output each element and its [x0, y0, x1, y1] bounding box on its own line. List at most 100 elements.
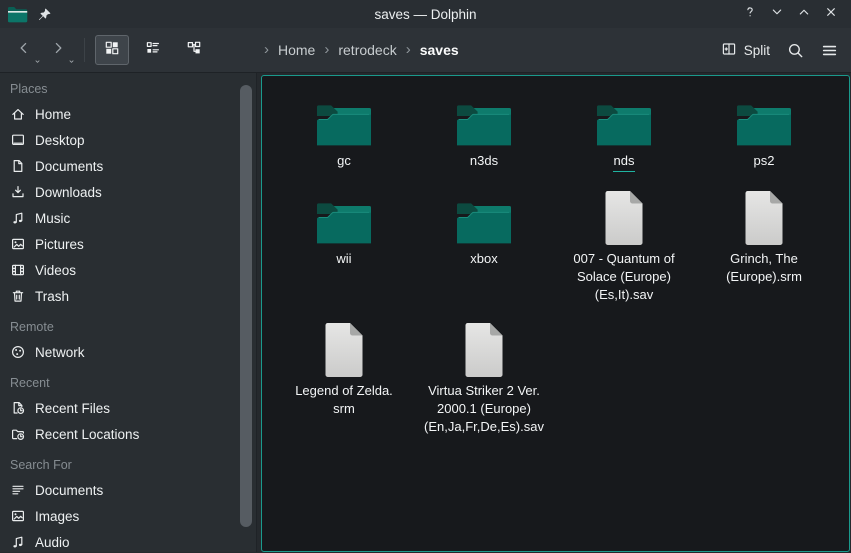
- folder-item-wii[interactable]: wii: [274, 182, 414, 314]
- file-item-legend-of-zelda[interactable]: Legend of Zelda.srm: [274, 314, 414, 446]
- breadcrumb-separator-icon: ›: [324, 42, 329, 59]
- chevron-right-icon: [50, 40, 66, 61]
- nav-buttons: [10, 36, 72, 64]
- breadcrumb: ›Home›retrodeck›saves: [264, 28, 459, 72]
- icons-view-button[interactable]: [95, 35, 129, 65]
- item-label: n3ds: [470, 152, 498, 170]
- file-icon: [602, 188, 646, 246]
- details-view-button[interactable]: [136, 35, 170, 65]
- sidebar-item-label: Documents: [35, 159, 103, 174]
- window-controls: [742, 6, 851, 22]
- view-wrap: gc n3ds nds ps2: [257, 73, 851, 552]
- section-header-recent: Recent: [0, 371, 256, 395]
- folder-view[interactable]: gc n3ds nds ps2: [261, 75, 850, 552]
- folder-item-nds[interactable]: nds: [554, 84, 694, 182]
- section-header-remote: Remote: [0, 315, 256, 339]
- close-button[interactable]: [823, 6, 839, 22]
- file-item-007-quantum-of[interactable]: 007 - Quantum ofSolace (Europe)(Es,It).s…: [554, 182, 694, 314]
- toolbar: ›Home›retrodeck›saves Split: [0, 28, 851, 73]
- folder-icon: [315, 90, 373, 148]
- toolbar-separator: [84, 38, 85, 62]
- item-label: wii: [336, 250, 351, 268]
- maximize-button[interactable]: [796, 6, 812, 22]
- sidebar-item-network[interactable]: Network: [0, 339, 256, 365]
- sidebar-item-label: Pictures: [35, 237, 84, 252]
- image-icon: [10, 508, 26, 524]
- doc-lines-icon: [10, 482, 26, 498]
- trash-icon: [10, 288, 26, 304]
- file-icon: [462, 320, 506, 378]
- download-icon: [10, 184, 26, 200]
- item-label: Virtua Striker 2 Ver.2000.1 (Europe)(En,…: [424, 382, 544, 436]
- breadcrumb-separator-icon: ›: [264, 42, 269, 59]
- search-button[interactable]: [787, 42, 804, 59]
- item-label: ps2: [754, 152, 775, 170]
- dolphin-window: saves — Dolphin ›Home›retrodeck›saves Sp…: [0, 0, 851, 553]
- sidebar-scrollbar[interactable]: [240, 85, 252, 527]
- toolbar-right: Split: [721, 41, 851, 60]
- breadcrumb-item-home[interactable]: Home: [278, 42, 315, 58]
- sidebar-item-downloads[interactable]: Downloads: [0, 179, 256, 205]
- maximize-icon: [797, 5, 811, 24]
- sidebar-item-label: Images: [35, 509, 79, 524]
- view-mode-buttons: [95, 35, 211, 65]
- window-title: saves — Dolphin: [0, 7, 851, 22]
- folder-item-ps2[interactable]: ps2: [694, 84, 834, 182]
- folder-icon: [455, 90, 513, 148]
- video-icon: [10, 262, 26, 278]
- section-header-search-for: Search For: [0, 453, 256, 477]
- breadcrumb-item-retrodeck[interactable]: retrodeck: [338, 42, 396, 58]
- item-label: xbox: [470, 250, 497, 268]
- item-label: gc: [337, 152, 351, 170]
- file-item-virtua-striker-2-ver[interactable]: Virtua Striker 2 Ver.2000.1 (Europe)(En,…: [414, 314, 554, 446]
- forward-button[interactable]: [44, 36, 72, 64]
- caret-down-icon: [34, 58, 41, 65]
- sidebar-item-trash[interactable]: Trash: [0, 283, 256, 309]
- sidebar-item-home[interactable]: Home: [0, 101, 256, 127]
- sidebar-item-documents[interactable]: Documents: [0, 153, 256, 179]
- chevron-left-icon: [16, 40, 32, 61]
- places-panel: PlacesHomeDesktop Documents Downloads Music…: [0, 73, 257, 552]
- breadcrumb-item-saves[interactable]: saves: [420, 42, 459, 58]
- back-button[interactable]: [10, 36, 38, 64]
- item-label: nds: [613, 152, 636, 172]
- minimize-button[interactable]: [769, 6, 785, 22]
- split-view-icon: [721, 41, 737, 60]
- help-button[interactable]: [742, 6, 758, 22]
- item-label: Legend of Zelda.srm: [295, 382, 393, 418]
- folder-icon: [455, 188, 513, 246]
- minimize-icon: [770, 5, 784, 24]
- sidebar-item-recent-files[interactable]: Recent Files: [0, 395, 256, 421]
- titlebar: saves — Dolphin: [0, 0, 851, 28]
- split-button[interactable]: Split: [721, 41, 770, 60]
- caret-down-icon: [68, 58, 75, 65]
- sidebar-item-audio[interactable]: Audio: [0, 529, 256, 552]
- sidebar-item-music[interactable]: Music: [0, 205, 256, 231]
- folder-item-n3ds[interactable]: n3ds: [414, 84, 554, 182]
- folder-item-gc[interactable]: gc: [274, 84, 414, 182]
- sidebar-item-desktop[interactable]: Desktop: [0, 127, 256, 153]
- folder-icon: [315, 188, 373, 246]
- file-icon: [322, 320, 366, 378]
- music-icon: [10, 534, 26, 550]
- file-item-grinch-the[interactable]: Grinch, The(Europe).srm: [694, 182, 834, 314]
- menu-button[interactable]: [821, 42, 838, 59]
- image-icon: [10, 236, 26, 252]
- sidebar-item-label: Network: [35, 345, 85, 360]
- folder-icon: [595, 90, 653, 148]
- compact-view-button[interactable]: [177, 35, 211, 65]
- close-icon: [824, 5, 838, 24]
- sidebar-item-label: Music: [35, 211, 70, 226]
- desktop-icon: [10, 132, 26, 148]
- content-area: PlacesHomeDesktop Documents Downloads Music…: [0, 73, 851, 552]
- folder-item-xbox[interactable]: xbox: [414, 182, 554, 314]
- pin-icon[interactable]: [37, 7, 52, 22]
- app-icon[interactable]: [7, 6, 28, 23]
- section-header-places: Places: [0, 77, 256, 101]
- sidebar-item-pictures[interactable]: Pictures: [0, 231, 256, 257]
- sidebar-item-label: Videos: [35, 263, 76, 278]
- sidebar-item-images[interactable]: Images: [0, 503, 256, 529]
- sidebar-item-documents[interactable]: Documents: [0, 477, 256, 503]
- sidebar-item-recent-locations[interactable]: Recent Locations: [0, 421, 256, 447]
- sidebar-item-videos[interactable]: Videos: [0, 257, 256, 283]
